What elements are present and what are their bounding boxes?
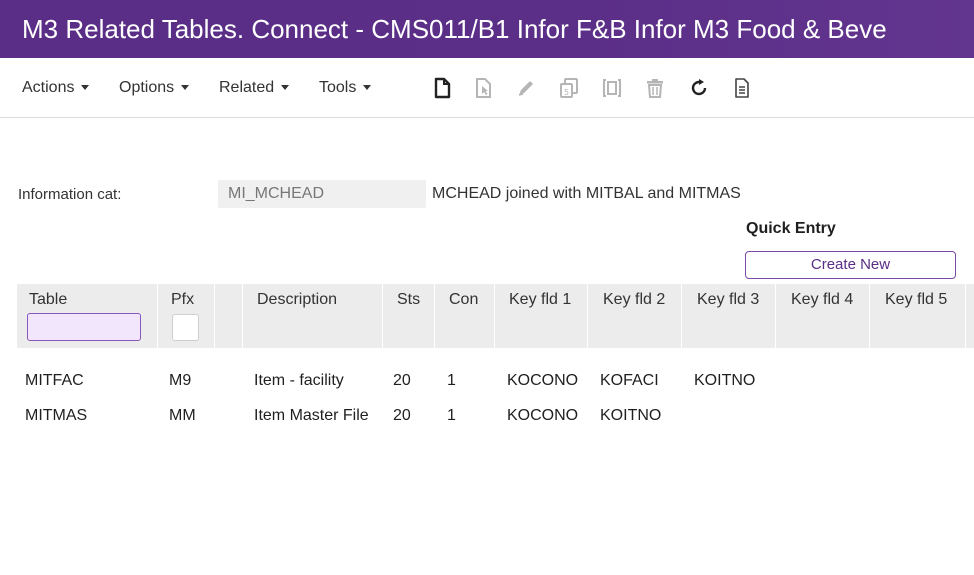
copy-icon[interactable]: 5 xyxy=(558,77,580,99)
cell-con: 1 xyxy=(447,407,456,424)
table-row[interactable]: MITFAC M9 Item - facility 20 1 KOCONO KO… xyxy=(17,366,974,396)
cell-key-fld-1: KOCONO xyxy=(507,372,579,389)
column-header-key-fld-2[interactable]: Key fld 2 xyxy=(588,284,682,348)
cell-key-fld-3: KOITNO xyxy=(694,372,756,389)
chevron-down-icon xyxy=(181,85,190,91)
toolbar: Actions Options Related Tools 5 xyxy=(0,58,974,118)
column-header-label: Key fld 4 xyxy=(791,291,854,308)
column-header-label: Table xyxy=(29,291,68,308)
document-icon[interactable] xyxy=(731,77,753,99)
new-icon[interactable] xyxy=(431,77,453,99)
information-cat-field[interactable]: MI_MCHEAD xyxy=(218,180,426,208)
actions-menu-label: Actions xyxy=(22,79,75,96)
svg-text:5: 5 xyxy=(564,88,569,97)
column-header-description[interactable]: Description xyxy=(243,284,383,348)
column-header-con[interactable]: Con xyxy=(435,284,495,348)
window-title: M3 Related Tables. Connect - CMS011/B1 I… xyxy=(0,0,974,58)
create-new-button[interactable]: Create New xyxy=(745,251,956,279)
cell-key-fld-2: KOFACI xyxy=(600,372,659,389)
column-header-blank xyxy=(215,284,243,348)
column-header-label: Key fld 5 xyxy=(885,291,948,308)
cell-key-fld-2: KOITNO xyxy=(600,407,662,424)
grid-header: Table Pfx Description Sts Con Key fld 1 … xyxy=(17,284,974,348)
table-row[interactable]: MITMAS MM Item Master File 20 1 KOCONO K… xyxy=(17,401,974,431)
actions-menu[interactable]: Actions xyxy=(22,58,90,118)
related-menu[interactable]: Related xyxy=(219,58,290,118)
information-cat-description: MCHEAD joined with MITBAL and MITMAS xyxy=(432,185,741,202)
open-icon[interactable] xyxy=(472,77,494,99)
tools-menu[interactable]: Tools xyxy=(319,58,372,118)
tools-menu-label: Tools xyxy=(319,79,357,96)
information-cat-label: Information cat: xyxy=(18,186,122,203)
cell-table: MITMAS xyxy=(25,407,88,424)
cell-pfx: MM xyxy=(169,407,196,424)
column-header-label: Con xyxy=(449,291,479,308)
column-header-pfx[interactable]: Pfx xyxy=(158,284,215,348)
chevron-down-icon xyxy=(81,85,90,91)
column-header-key-fld-1[interactable]: Key fld 1 xyxy=(495,284,588,348)
column-header-key-fld-3[interactable]: Key fld 3 xyxy=(682,284,776,348)
refresh-icon[interactable] xyxy=(688,77,710,99)
cell-con: 1 xyxy=(447,372,456,389)
cell-sts: 20 xyxy=(393,372,411,389)
quick-entry-title: Quick Entry xyxy=(746,220,836,237)
column-header-table[interactable]: Table xyxy=(17,284,158,348)
chevron-down-icon xyxy=(363,85,372,91)
column-header-label: Key fld 3 xyxy=(697,291,760,308)
table-filter-input[interactable] xyxy=(27,313,141,341)
cell-description: Item - facility xyxy=(254,372,344,389)
cell-table: MITFAC xyxy=(25,372,84,389)
column-header-key-fld-5[interactable]: Key fld 5 xyxy=(870,284,966,348)
column-header-label: Sts xyxy=(397,291,421,308)
column-header-sts[interactable]: Sts xyxy=(383,284,435,348)
column-header-label: Key fld 2 xyxy=(603,291,666,308)
cell-sts: 20 xyxy=(393,407,411,424)
edit-icon[interactable] xyxy=(515,77,537,99)
column-header-label: Key fld 1 xyxy=(509,291,572,308)
delete-icon[interactable] xyxy=(644,77,666,99)
cell-pfx: M9 xyxy=(169,372,192,389)
chevron-down-icon xyxy=(281,85,290,91)
display-icon[interactable] xyxy=(601,77,623,99)
cell-description: Item Master File xyxy=(254,407,369,424)
column-header-label: Pfx xyxy=(171,291,195,308)
pfx-filter-checkbox[interactable] xyxy=(172,314,199,341)
cell-key-fld-1: KOCONO xyxy=(507,407,579,424)
related-menu-label: Related xyxy=(219,79,275,96)
options-menu-label: Options xyxy=(119,79,175,96)
column-header-label: Description xyxy=(257,291,338,308)
column-header-key-fld-4[interactable]: Key fld 4 xyxy=(776,284,870,348)
options-menu[interactable]: Options xyxy=(119,58,190,118)
